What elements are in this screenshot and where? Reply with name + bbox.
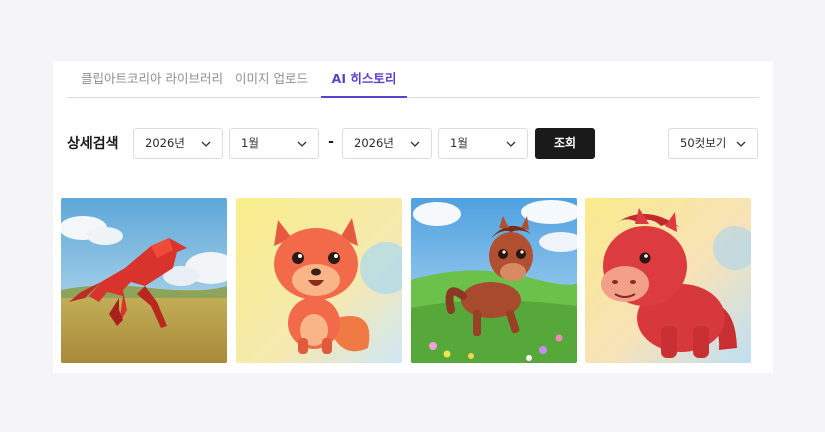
end-month-value: 1월 [450, 136, 468, 150]
detail-search-label: 상세검색 [67, 136, 119, 152]
origami-horse-image [61, 198, 227, 363]
result-image-2[interactable] [236, 198, 402, 363]
chevron-down-icon [506, 141, 516, 147]
chevron-down-icon [736, 141, 746, 147]
chevron-down-icon [410, 141, 420, 147]
tab-image-upload[interactable]: 이미지 업로드 [235, 61, 308, 98]
tab-bar: 클립아트코리아 라이브러리 이미지 업로드 AI 히스토리 [67, 61, 759, 98]
result-image-3[interactable] [411, 198, 577, 363]
ai-history-panel: 클립아트코리아 라이브러리 이미지 업로드 AI 히스토리 상세검색 2026년… [53, 61, 773, 373]
page-size-select[interactable]: 50컷보기 [668, 128, 758, 159]
start-month-value: 1월 [241, 136, 259, 150]
cartoon-pony-image [411, 198, 577, 363]
result-image-4[interactable] [585, 198, 751, 363]
start-year-select[interactable]: 2026년 [133, 128, 223, 159]
date-range-separator: - [328, 134, 334, 150]
chevron-down-icon [201, 141, 211, 147]
clay-horse-image [585, 198, 751, 363]
search-button[interactable]: 조회 [535, 128, 595, 159]
start-month-select[interactable]: 1월 [229, 128, 319, 159]
end-year-value: 2026년 [354, 136, 394, 150]
result-image-1[interactable] [61, 198, 227, 363]
cartoon-fox-image [236, 198, 402, 363]
tab-ai-history[interactable]: AI 히스토리 [321, 61, 407, 98]
chevron-down-icon [297, 141, 307, 147]
tab-clipart-library[interactable]: 클립아트코리아 라이브러리 [81, 61, 223, 98]
end-year-select[interactable]: 2026년 [342, 128, 432, 159]
end-month-select[interactable]: 1월 [438, 128, 528, 159]
start-year-value: 2026년 [145, 136, 185, 150]
page-size-value: 50컷보기 [680, 136, 727, 150]
